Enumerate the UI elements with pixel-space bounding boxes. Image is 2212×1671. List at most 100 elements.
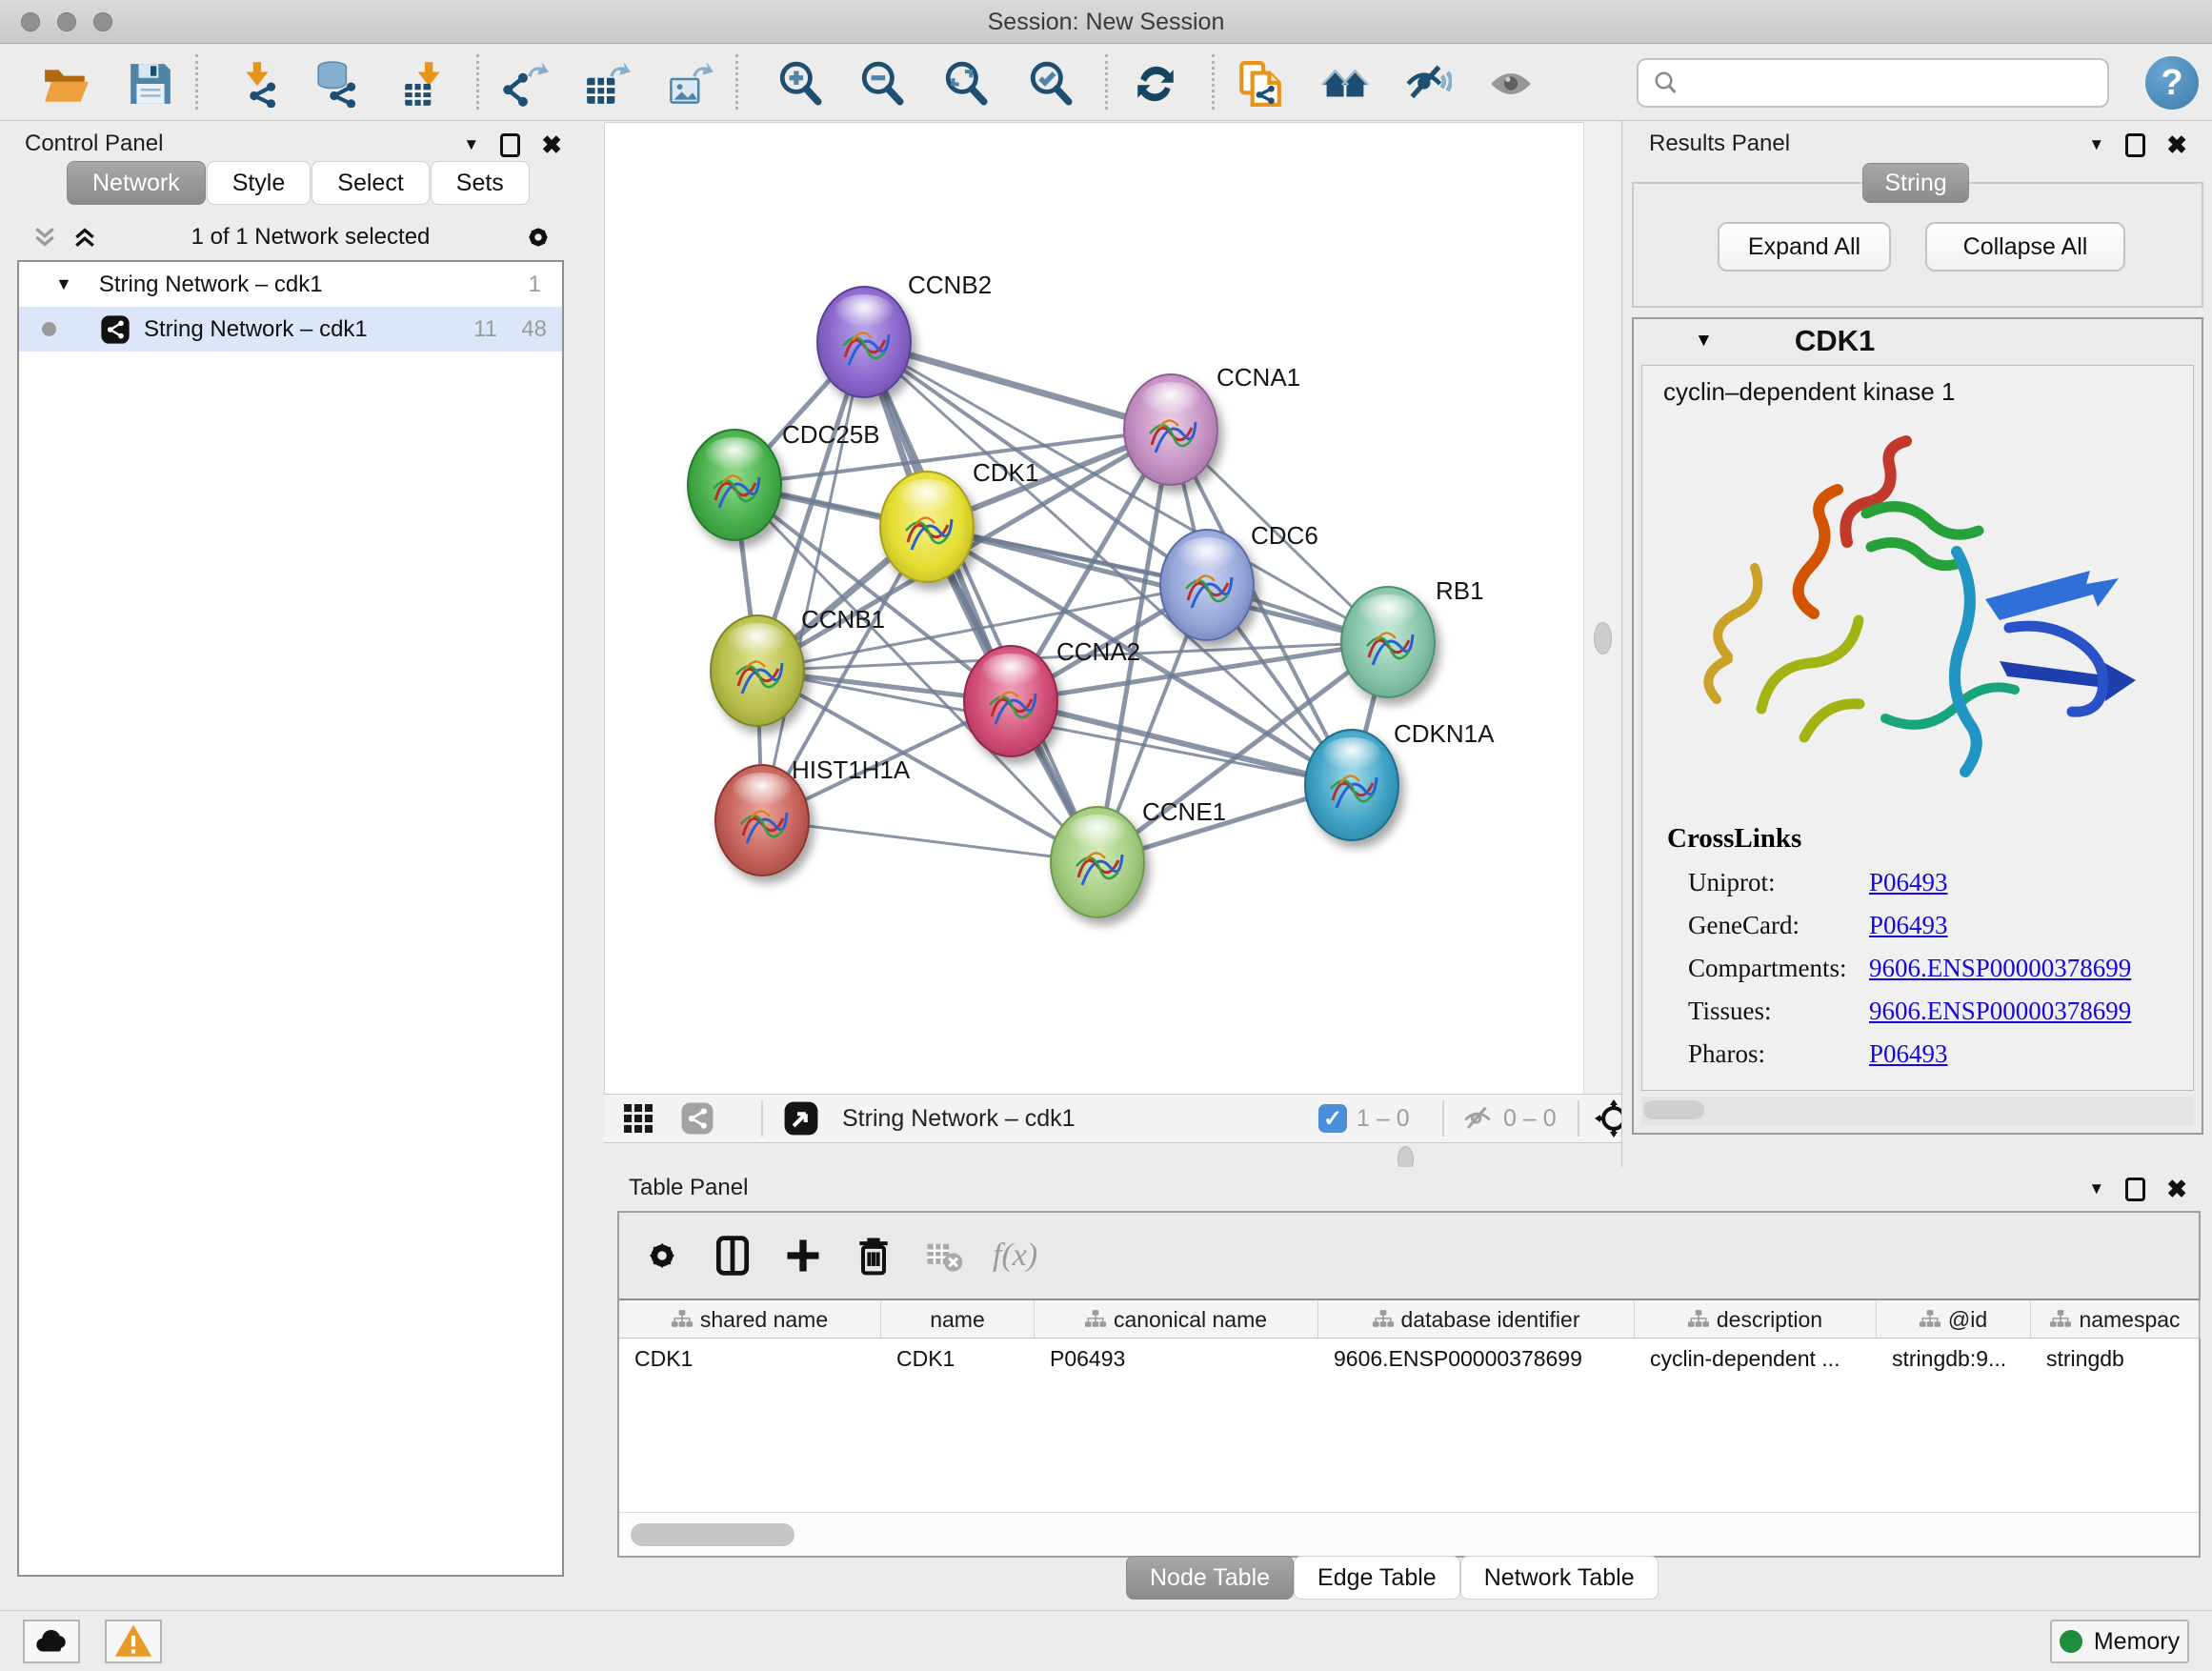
entry-header[interactable]: ▼ CDK1 [1634, 319, 2202, 363]
memory-button[interactable]: Memory [2050, 1620, 2189, 1663]
panel-float-icon[interactable] [500, 133, 520, 157]
entry-collapse-icon[interactable]: ▼ [1695, 331, 1713, 352]
zoom-fit-button[interactable] [938, 56, 994, 111]
panel-float-icon[interactable] [2125, 1178, 2145, 1201]
tab-edge-table[interactable]: Edge Table [1294, 1556, 1460, 1600]
delete-column-icon[interactable] [846, 1228, 901, 1283]
tab-style[interactable]: Style [207, 161, 312, 205]
tab-select[interactable]: Select [312, 161, 429, 205]
tree-expand-icon[interactable]: ▼ [55, 274, 72, 294]
memory-status-dot-icon [2060, 1630, 2082, 1653]
crosslink-link[interactable]: P06493 [1869, 911, 1948, 940]
network-node-CCNA1[interactable] [1123, 373, 1218, 486]
crosslink-link[interactable]: P06493 [1869, 1039, 1948, 1069]
zoom-in-button[interactable] [773, 56, 828, 111]
results-panel-splitter[interactable] [1583, 122, 1621, 1094]
return-home-button[interactable] [1317, 56, 1373, 111]
open-session-button[interactable] [39, 56, 94, 111]
network-node-CDK1[interactable] [879, 471, 975, 583]
refresh-view-button[interactable] [1128, 56, 1183, 111]
search-input[interactable] [1680, 70, 2081, 96]
network-node-CDKN1A[interactable] [1304, 729, 1399, 841]
tab-network[interactable]: Network [67, 161, 206, 205]
table-body[interactable]: CDK1CDK1P064939606.ENSP00000378699cyclin… [619, 1339, 2199, 1512]
network-tree-item-row[interactable]: String Network – cdk1 11 48 [19, 307, 562, 352]
save-session-button[interactable] [123, 56, 178, 111]
network-node-CDC25B[interactable] [687, 429, 782, 541]
panel-menu-icon[interactable]: ▼ [463, 135, 479, 154]
panel-float-icon[interactable] [2125, 133, 2145, 157]
crosslink-link[interactable]: 9606.ENSP00000378699 [1869, 997, 2131, 1026]
collapse-all-button[interactable]: Collapse All [1925, 222, 2125, 272]
panel-menu-icon[interactable]: ▼ [2088, 1179, 2104, 1198]
tab-sets[interactable]: Sets [431, 161, 530, 205]
panel-menu-icon[interactable]: ▼ [2088, 135, 2104, 154]
expand-all-icon[interactable] [70, 223, 99, 252]
table-cell[interactable]: stringdb:9... [1877, 1346, 2031, 1372]
column-header-namespac[interactable]: namespac [2031, 1300, 2201, 1339]
hidden-eye-icon[interactable] [1461, 1102, 1494, 1135]
tab-string[interactable]: String [1862, 163, 1969, 203]
network-options-gear-icon[interactable] [522, 221, 554, 253]
copy-network-button[interactable] [1233, 56, 1288, 111]
column-header-name[interactable]: name [881, 1300, 1035, 1339]
export-table-button[interactable] [579, 56, 634, 111]
hide-selected-button[interactable] [1400, 56, 1456, 111]
crosslink-link[interactable]: 9606.ENSP00000378699 [1869, 954, 2131, 983]
grid-view-icon[interactable] [621, 1101, 655, 1136]
table-horizontal-scrollbar[interactable] [619, 1512, 2199, 1556]
table-cell[interactable]: stringdb [2031, 1346, 2201, 1372]
network-view-canvas[interactable]: CCNB2 CCNA1 CDC25B CDK1 CDC6 RB1 CCNB1 C… [604, 122, 1583, 1094]
table-panel-icons: ▼ ✖ [2088, 1177, 2187, 1201]
clear-table-icon[interactable] [916, 1228, 972, 1283]
network-node-CCNB1[interactable] [710, 614, 805, 727]
tab-network-table[interactable]: Network Table [1460, 1556, 1659, 1600]
panel-close-icon[interactable]: ✖ [2166, 1177, 2187, 1201]
network-node-CCNB2[interactable] [816, 286, 912, 398]
import-table-button[interactable] [397, 56, 452, 111]
selected-checkbox-icon[interactable]: ✓ [1318, 1104, 1347, 1133]
show-all-button[interactable] [1483, 56, 1538, 111]
network-node-CCNA2[interactable] [963, 645, 1058, 757]
table-options-gear-icon[interactable] [634, 1228, 690, 1283]
cloud-button[interactable] [23, 1620, 80, 1663]
column-header-canonical-name[interactable]: canonical name [1035, 1300, 1318, 1339]
birdseye-view-icon[interactable] [783, 1100, 819, 1137]
column-header-shared-name[interactable]: shared name [619, 1300, 881, 1339]
function-builder-icon[interactable]: f(x) [993, 1238, 1037, 1274]
column-header-database-identifier[interactable]: database identifier [1318, 1300, 1635, 1339]
import-network-button[interactable] [231, 56, 286, 111]
return-home-icon [1321, 60, 1369, 108]
network-node-CDC6[interactable] [1159, 529, 1255, 641]
panel-close-icon[interactable]: ✖ [2166, 132, 2187, 157]
warnings-button[interactable] [105, 1620, 162, 1663]
collapse-all-icon[interactable] [30, 223, 59, 252]
entry-scrollbar[interactable] [1641, 1097, 2194, 1125]
crosslink-link[interactable]: P06493 [1869, 868, 1948, 897]
search-box[interactable] [1637, 58, 2109, 108]
toolbar-separator [1212, 54, 1215, 110]
table-cell[interactable]: CDK1 [619, 1346, 881, 1372]
create-column-icon[interactable] [775, 1228, 831, 1283]
show-columns-icon[interactable] [705, 1228, 760, 1283]
share-view-icon[interactable] [680, 1101, 714, 1136]
help-button[interactable]: ? [2145, 56, 2199, 110]
column-header-@id[interactable]: @id [1877, 1300, 2031, 1339]
column-header-description[interactable]: description [1635, 1300, 1877, 1339]
column-type-icon [1920, 1310, 1941, 1329]
table-cell[interactable]: P06493 [1035, 1346, 1318, 1372]
network-tree-root-row[interactable]: ▼ String Network – cdk1 1 [19, 262, 562, 307]
zoom-out-button[interactable] [855, 56, 910, 111]
network-node-CCNE1[interactable] [1050, 806, 1145, 918]
zoom-selected-button[interactable] [1023, 56, 1078, 111]
import-network-database-button[interactable] [311, 56, 366, 111]
export-image-button[interactable] [662, 56, 717, 111]
table-cell[interactable]: cyclin-dependent ... [1635, 1346, 1877, 1372]
network-node-RB1[interactable] [1340, 586, 1436, 698]
table-cell[interactable]: CDK1 [881, 1346, 1035, 1372]
expand-all-button[interactable]: Expand All [1718, 222, 1891, 272]
panel-close-icon[interactable]: ✖ [541, 132, 562, 157]
export-network-button[interactable] [497, 56, 553, 111]
table-cell[interactable]: 9606.ENSP00000378699 [1318, 1346, 1635, 1372]
tab-node-table[interactable]: Node Table [1126, 1556, 1294, 1600]
